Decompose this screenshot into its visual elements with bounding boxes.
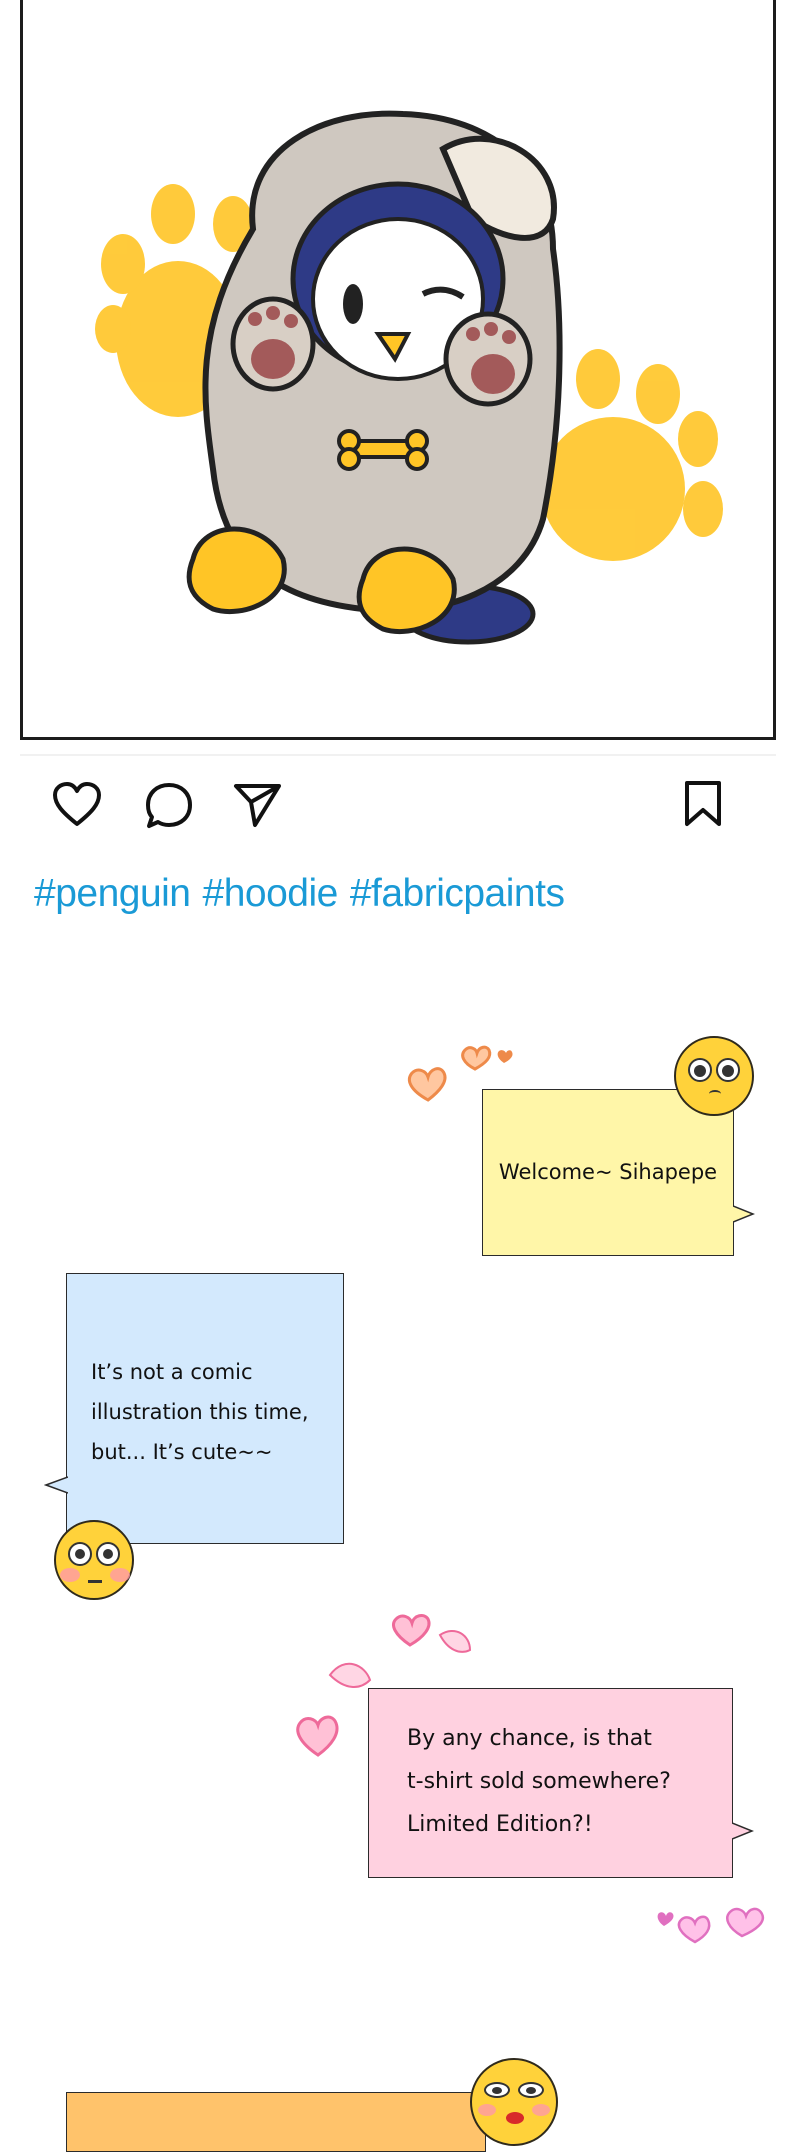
hashtag-hoodie[interactable]: #hoodie	[203, 872, 339, 915]
chat-message: By any chance, is that t-shirt sold some…	[407, 1726, 671, 1837]
chat-bubble-orange	[66, 2092, 486, 2152]
sunglasses-face-icon	[470, 2058, 558, 2146]
penguin-hoodie-illustration	[95, 110, 723, 645]
hashtags: #penguin #hoodie #fabricpaints	[34, 872, 576, 916]
flushed-face-icon	[54, 1520, 134, 1600]
send-icon[interactable]	[233, 782, 283, 828]
heart-icon[interactable]	[52, 782, 102, 828]
chat-bubble-cute: It’s not a comic illustration this time,…	[66, 1273, 344, 1544]
bookmark-icon[interactable]	[683, 780, 723, 828]
chat-bubble-welcome: Welcome~ Sihapepe	[482, 1089, 734, 1256]
divider	[20, 754, 776, 756]
post-image[interactable]	[20, 0, 776, 740]
hashtag-fabricpaints[interactable]: #fabricpaints	[350, 872, 565, 915]
chat-bubble-question: By any chance, is that t-shirt sold some…	[368, 1688, 733, 1878]
hashtag-penguin[interactable]: #penguin	[34, 872, 191, 915]
chat-message: Welcome~ Sihapepe	[498, 1160, 718, 1184]
chat-message: It’s not a comic illustration this time,…	[91, 1360, 309, 1464]
bubble-tail	[733, 1205, 755, 1223]
comment-icon[interactable]	[144, 782, 194, 830]
bubble-tail	[44, 1476, 68, 1494]
bubble-tail	[732, 1822, 754, 1840]
pleading-face-icon	[674, 1036, 754, 1116]
hearts-decoration	[657, 1907, 765, 1944]
